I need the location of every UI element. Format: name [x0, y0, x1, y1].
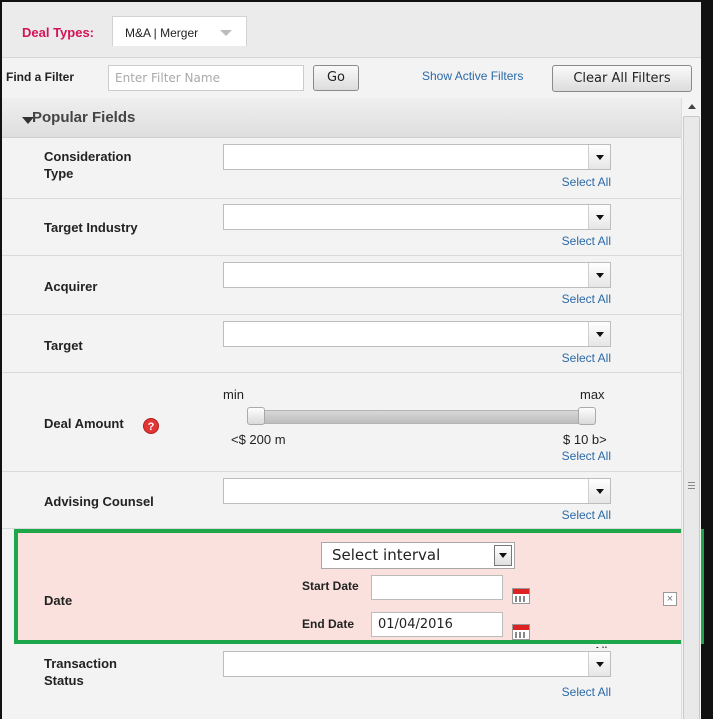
filter-panel: Deal Types: M&A | Merger Find a Filter E…: [0, 0, 713, 719]
calendar-icon[interactable]: [512, 624, 530, 640]
start-date-input[interactable]: [371, 575, 503, 600]
deal-amount-max-value: $ 10 b>: [563, 432, 607, 447]
popular-fields-header[interactable]: Popular Fields: [2, 98, 681, 138]
transaction-status-select[interactable]: [223, 651, 611, 677]
dropdown-arrow-icon[interactable]: [588, 263, 610, 287]
deal-types-value: M&A | Merger: [125, 26, 199, 40]
dropdown-arrow-icon[interactable]: [588, 205, 610, 229]
transaction-status-row: Transaction Status Select All: [2, 648, 681, 719]
target-industry-select[interactable]: [223, 204, 611, 230]
transaction-status-label: Transaction Status: [44, 656, 117, 688]
transaction-status-select-all[interactable]: Select All: [562, 685, 611, 699]
slider-max-handle[interactable]: [578, 407, 596, 425]
dropdown-arrow-icon[interactable]: [494, 545, 512, 566]
target-industry-row: Target Industry Select All: [2, 199, 681, 256]
acquirer-select[interactable]: [223, 262, 611, 288]
target-row: Target Select All: [2, 315, 681, 373]
acquirer-select-all[interactable]: Select All: [562, 292, 611, 306]
target-industry-label: Target Industry: [44, 220, 138, 235]
calendar-icon[interactable]: [512, 588, 530, 604]
deal-types-label: Deal Types:: [22, 25, 95, 40]
end-date-label: End Date: [302, 617, 355, 631]
deal-amount-min-label: min: [223, 387, 244, 402]
deal-types-dropdown[interactable]: M&A | Merger: [112, 16, 247, 46]
advising-counsel-select-all[interactable]: Select All: [562, 508, 611, 522]
start-date-label: Start Date: [302, 579, 359, 593]
end-date-input[interactable]: 01/04/2016: [371, 612, 503, 637]
acquirer-label: Acquirer: [44, 279, 98, 294]
deal-amount-max-label: max: [580, 387, 605, 402]
deal-types-bar: Deal Types: M&A | Merger: [2, 2, 701, 58]
dropdown-arrow-icon[interactable]: [588, 479, 610, 503]
date-label: Date: [44, 593, 73, 608]
dropdown-arrow-icon[interactable]: [588, 322, 610, 346]
help-icon[interactable]: ?: [143, 418, 159, 434]
grip-icon: [688, 482, 695, 490]
slider-min-handle[interactable]: [247, 407, 265, 425]
dropdown-arrow-icon[interactable]: [588, 652, 610, 676]
clear-all-filters-button[interactable]: Clear All Filters: [552, 65, 692, 92]
advising-counsel-row: Advising Counsel Select All: [2, 472, 681, 529]
date-row: Date Select interval Start Date End Date…: [14, 529, 704, 659]
find-filter-label: Find a Filter: [6, 70, 75, 84]
chevron-down-icon: [220, 30, 232, 36]
find-filter-row: Find a Filter Enter Filter Name Go Show …: [2, 58, 701, 96]
consideration-type-label: Consideration Type: [44, 149, 132, 181]
deal-amount-min-value: <$ 200 m: [231, 432, 286, 447]
scroll-up-icon[interactable]: [688, 104, 696, 109]
target-label: Target: [44, 338, 83, 353]
interval-select[interactable]: Select interval: [321, 542, 515, 569]
consideration-type-select[interactable]: [223, 144, 611, 170]
popular-fields-title: Popular Fields: [32, 109, 136, 126]
scrollbar[interactable]: [681, 98, 701, 719]
consideration-type-select-all[interactable]: Select All: [562, 175, 611, 189]
consideration-type-row: Consideration Type Select All: [2, 139, 681, 199]
target-select-all[interactable]: Select All: [562, 351, 611, 365]
target-select[interactable]: [223, 321, 611, 347]
target-industry-select-all[interactable]: Select All: [562, 234, 611, 248]
scrollbar-thumb[interactable]: [683, 116, 700, 719]
filter-search-input[interactable]: Enter Filter Name: [108, 65, 304, 91]
show-active-filters-link[interactable]: Show Active Filters: [422, 69, 523, 83]
deal-amount-select-all[interactable]: Select All: [562, 449, 611, 463]
go-button[interactable]: Go: [313, 65, 359, 91]
deal-amount-label: Deal Amount: [44, 416, 124, 431]
advising-counsel-label: Advising Counsel: [44, 494, 154, 509]
advising-counsel-select[interactable]: [223, 478, 611, 504]
interval-value: Select interval: [332, 546, 441, 564]
dropdown-arrow-icon[interactable]: [588, 145, 610, 169]
acquirer-row: Acquirer Select All: [2, 256, 681, 315]
deal-amount-slider-track[interactable]: [252, 410, 594, 424]
close-icon[interactable]: ×: [663, 592, 677, 606]
